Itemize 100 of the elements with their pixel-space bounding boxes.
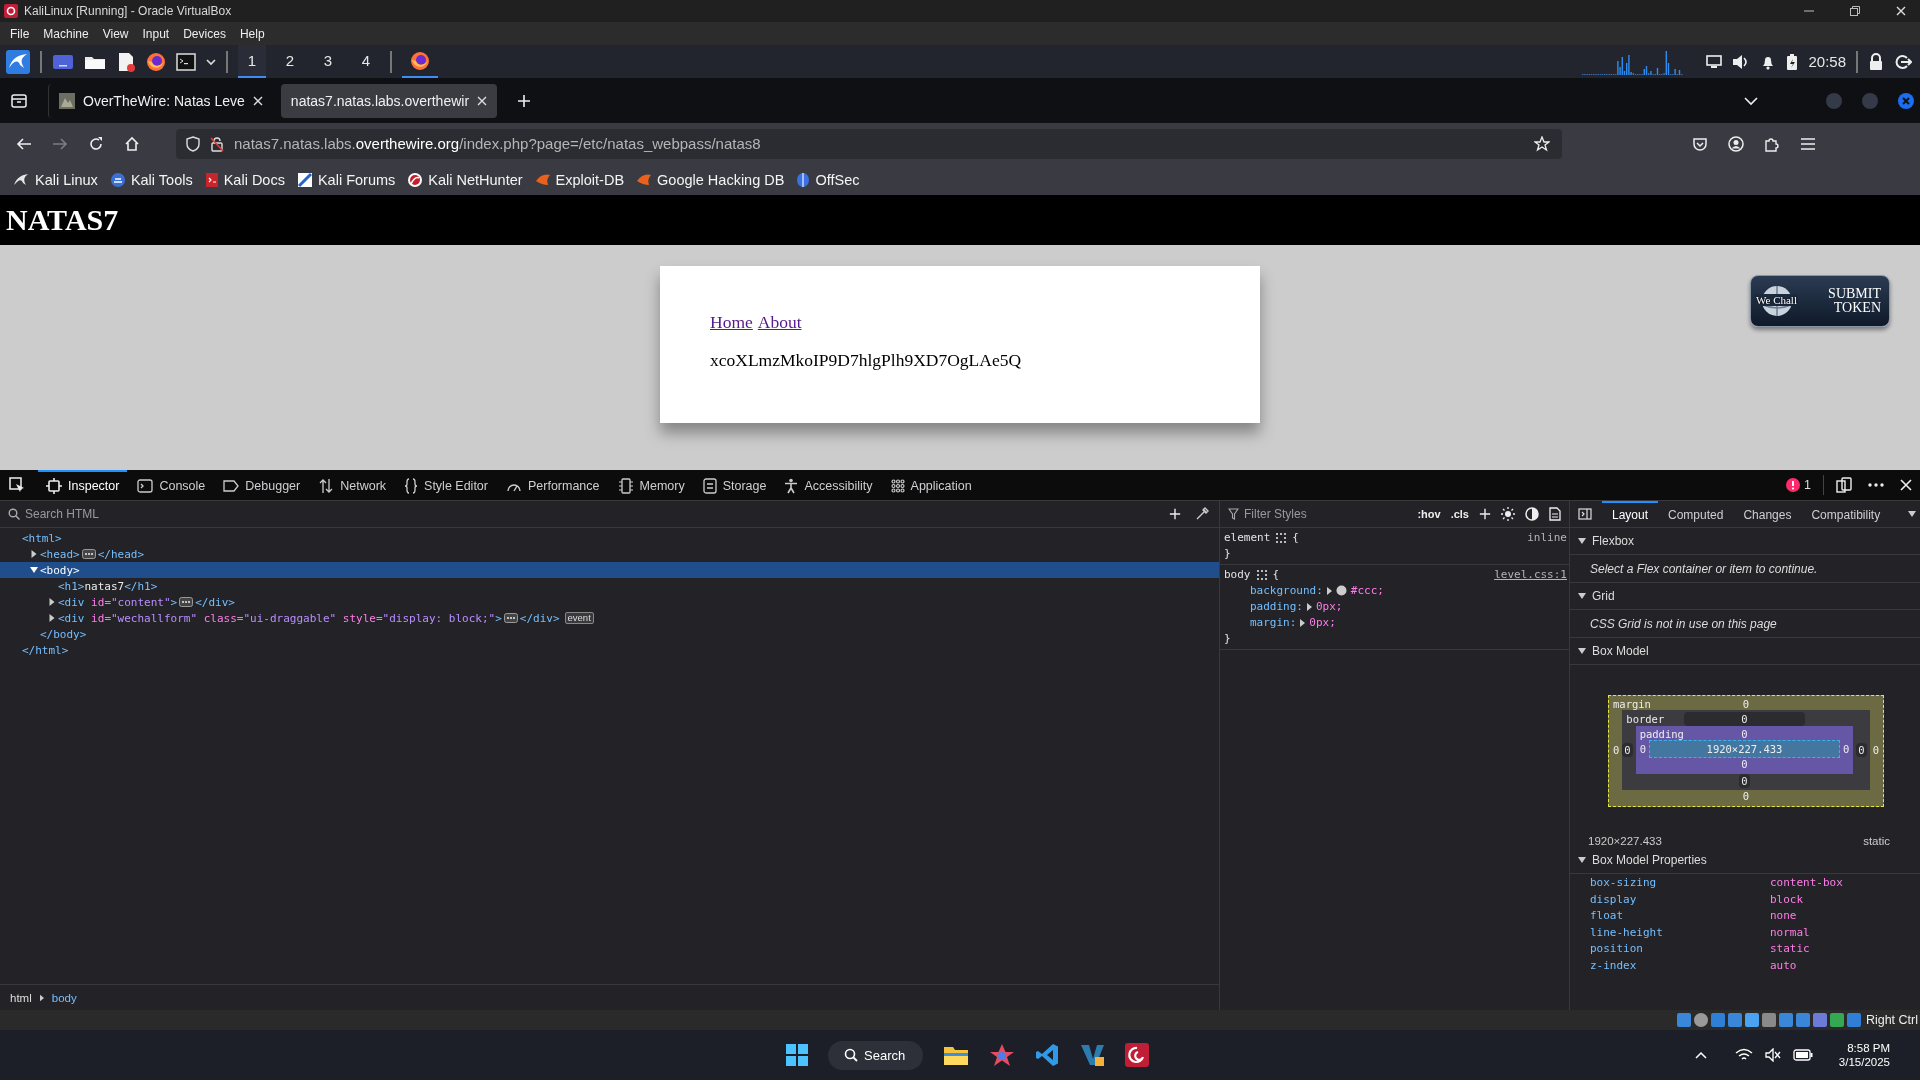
panel-tab[interactable]: Compatibility [1801,501,1891,527]
property-name: line-height [1590,925,1664,939]
property-name: position [1590,942,1644,955]
devtools-tab[interactable]: Storage [694,470,775,500]
menu-item[interactable]: Help [239,26,265,41]
devtools-tab[interactable]: Debugger [215,470,309,500]
property-value: 0px; [1309,616,1336,629]
property-name: padding: [1250,600,1303,613]
password-text: xcoXLmzMkoIP9D7hlgPlh9XD7OgLAe5Q [710,350,1023,371]
devtools-tab[interactable]: Style Editor [396,470,496,500]
selector-text: element [1224,531,1271,544]
markup-tag[interactable]: </div> [519,611,560,625]
search-field[interactable]: Search HTML [25,507,1155,521]
bookmark-link[interactable]: Kali Linux [35,171,98,188]
property-name: display [1590,892,1638,906]
workspace-button[interactable]: 1 [238,45,266,78]
menu-item[interactable]: Devices [183,26,226,41]
hover-toggle[interactable]: :hov [1417,508,1441,520]
search-button[interactable]: Search [828,1040,924,1070]
property-name: z-index [1590,958,1638,972]
bookmark-link[interactable]: Exploit-DB [555,171,625,188]
box-value: 0 [1622,743,1633,757]
panel-tab[interactable]: Layout [1602,501,1659,527]
markup-tag[interactable]: <div id="content"> [58,595,178,609]
source-link[interactable]: inline [1527,531,1567,544]
browser-tab[interactable]: natas7.natas.labs.overthewir [280,83,498,118]
property-name: background: [1250,584,1323,597]
box-value: 0 [1613,744,1620,756]
box-value: 0 [1639,743,1646,755]
submit-token-button[interactable]: We Chall SUBMIT TOKEN [1750,275,1890,327]
class-toggle[interactable]: .cls [1450,508,1469,520]
workspace-button[interactable]: 2 [276,45,304,78]
section-title[interactable]: Grid [1592,589,1615,603]
menu-item[interactable]: View [102,26,129,41]
devtools-tab[interactable]: Inspector [38,470,128,500]
panel-tab[interactable]: Computed [1658,501,1734,527]
menu-item[interactable]: Machine [43,26,89,41]
breadcrumb[interactable]: body [51,991,77,1004]
time-text[interactable]: 8:58 PM [1847,1042,1890,1054]
markup-tag[interactable]: <div id="wechallform" class="ui-draggable" style="display: block;"> [58,611,502,625]
section-title[interactable]: Flexbox [1592,534,1635,548]
content-box: 1920×227.433 [1649,740,1840,758]
source-link[interactable]: level.css:1 [1494,568,1567,581]
markup-tag[interactable]: <head> [40,547,80,561]
box-value: 0 [1741,698,1751,710]
markup-tag[interactable]: <h1>natas7</h1> [58,579,158,593]
bookmark-link[interactable]: Kali Forums [317,171,396,188]
bookmark-link[interactable]: Kali Docs [223,171,285,188]
section-title[interactable]: Box Model Properties [1592,853,1707,867]
bookmark-link[interactable]: OffSec [815,171,860,188]
property-value: #ccc; [1350,584,1384,597]
property-value: none [1770,909,1798,922]
date-text[interactable]: 3/15/2025 [1838,1056,1890,1068]
workspace-button[interactable]: 4 [352,45,380,78]
property-value: normal [1770,925,1811,939]
box-label: padding [1639,728,1685,740]
section-title[interactable]: Box Model [1592,644,1649,658]
selector-text: body [1224,568,1251,581]
markup-tag[interactable]: </div> [195,595,235,609]
brace-text: { [1272,568,1280,581]
bookmark-link[interactable]: Kali Tools [130,171,193,188]
box-value: 0 [1856,743,1867,757]
size-text: 1920×227.433 [1588,835,1662,847]
url-text: natas7.natas.labs.overthewire.org/index.php?page=/etc/natas_webpass/natas8 [234,135,761,152]
box-label: margin [1613,698,1652,710]
devtools-tab[interactable]: Performance [497,470,608,500]
event-badge[interactable]: event [564,612,594,624]
devtools-tab[interactable]: Network [310,470,395,500]
devtools-tab[interactable]: Memory [609,470,693,500]
markup-tag[interactable]: <body> [40,563,80,577]
workspace-button[interactable]: 3 [314,45,342,78]
brace-text: } [1224,632,1232,645]
browser-tab[interactable]: OverTheWire: Natas Leve [48,83,273,118]
property-name: margin: [1250,616,1297,629]
address-bar[interactable]: natas7.natas.labs.overthewire.org/index.php?page=/etc/natas_webpass/natas8 [176,128,1562,159]
filter-field[interactable]: Filter Styles [1244,507,1408,521]
page-link[interactable]: Home [710,312,753,333]
tab-title: OverTheWire: Natas Leve [83,92,245,109]
clock-text: 20:58 [1808,53,1846,70]
menu-item[interactable]: Input [142,26,170,41]
box-value: 0 [1843,743,1850,755]
page-link[interactable]: About [757,312,802,333]
panel-tab[interactable]: Changes [1733,501,1802,527]
menu-item[interactable]: File [10,26,30,41]
markup-tag[interactable]: </head> [97,547,145,561]
devtools-tab[interactable]: Application [882,470,980,500]
breadcrumb[interactable]: html [10,991,32,1004]
brace-text: { [1292,531,1299,544]
markup-tag[interactable]: <html> [22,531,62,545]
bookmark-link[interactable]: Google Hacking DB [657,171,785,188]
markup-tag[interactable]: </body> [40,627,87,641]
bookmark-link[interactable]: Kali NetHunter [428,171,523,188]
position-text: static [1863,835,1890,847]
markup-tag[interactable]: </html> [22,643,69,657]
error-count[interactable]: 1 [1786,478,1811,492]
devtools-tab[interactable]: Accessibility [776,470,881,500]
page-heading: NATAS7 [6,203,119,237]
devtools-tab[interactable]: Console [129,470,214,500]
host-key-text: Right Ctrl [1865,1013,1918,1027]
property-name: float [1590,909,1625,922]
